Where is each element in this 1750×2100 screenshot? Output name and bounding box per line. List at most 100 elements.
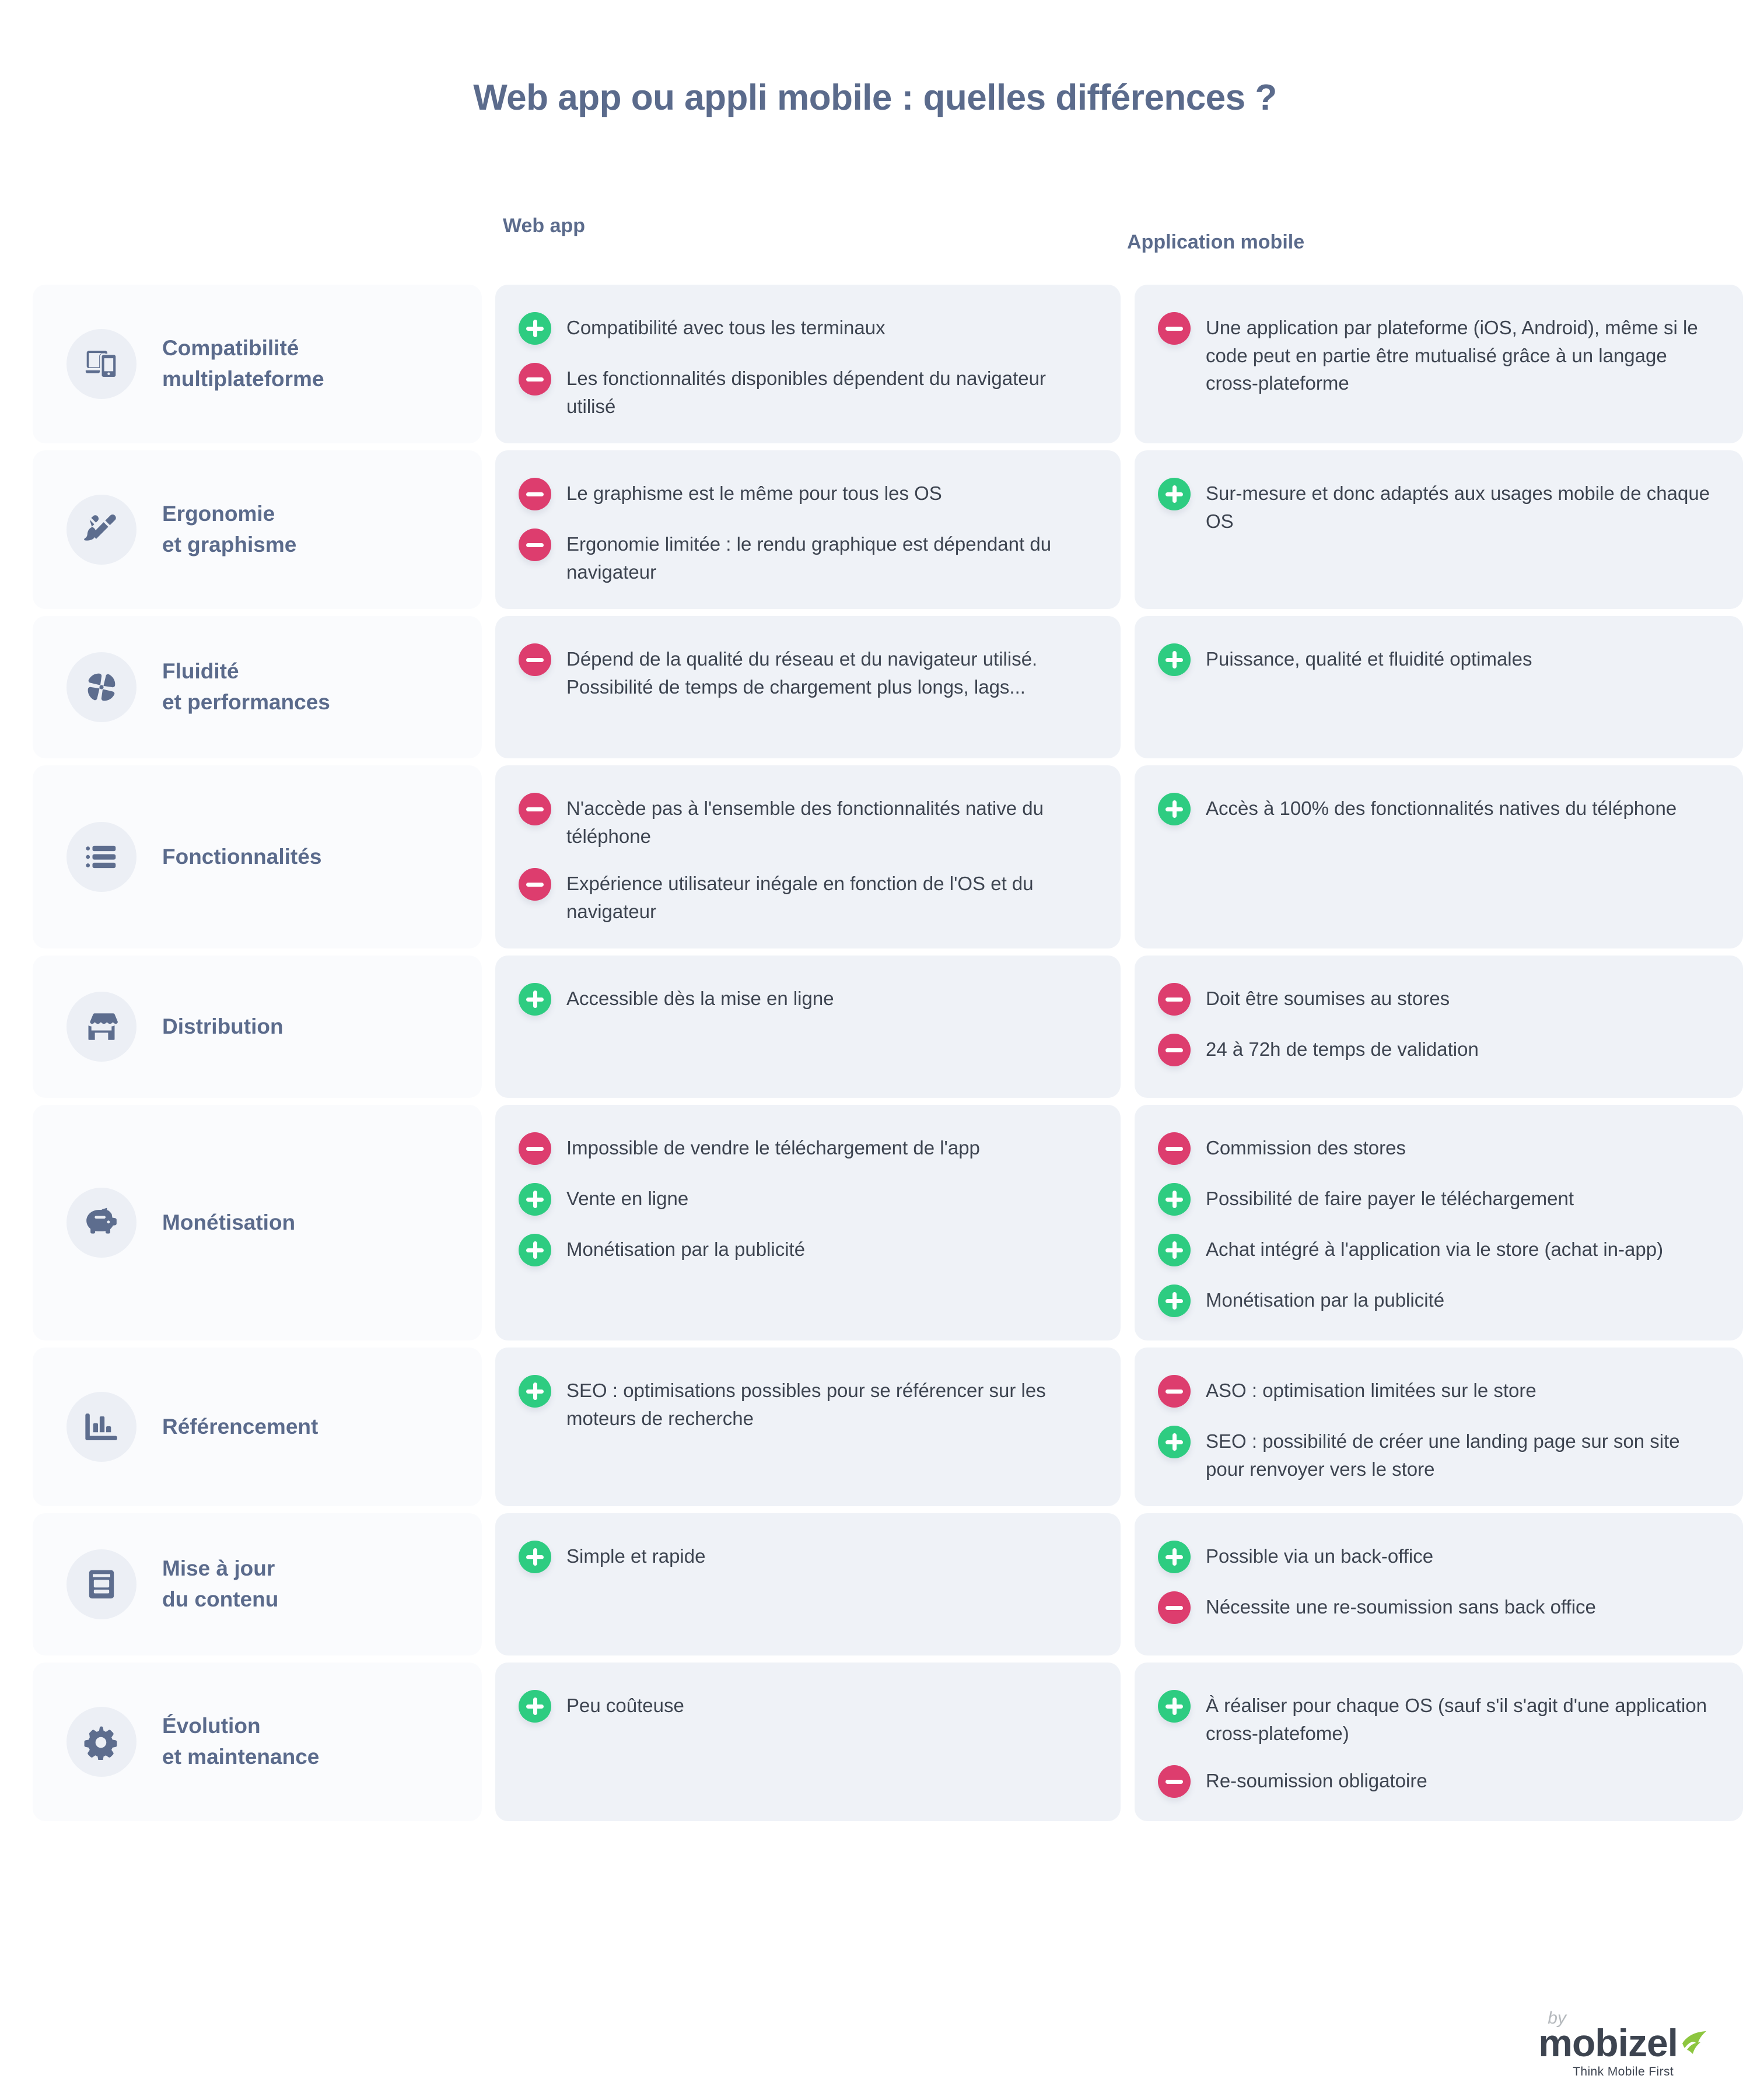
plus-icon (1158, 1690, 1191, 1723)
comparison-point: Possible via un back-office (1158, 1540, 1720, 1573)
comparison-point: SEO : possibilité de créer une landing p… (1158, 1425, 1720, 1483)
comparison-row: Mise à jour du contenu Simple et rapide Po… (0, 1513, 1750, 1656)
plus-icon (1158, 643, 1191, 676)
logo-wordmark-row: mobizel (1538, 2024, 1708, 2062)
minus-icon (1158, 1765, 1191, 1798)
plus-icon (1158, 1284, 1191, 1317)
leaf-arrow-icon (1682, 2031, 1706, 2054)
minus-icon (519, 643, 551, 676)
comparison-point: SEO : optimisations possibles pour se ré… (519, 1374, 1097, 1432)
comparison-point: N'accède pas à l'ensemble des fonctionna… (519, 792, 1097, 850)
comparison-point-text: Possible via un back-office (1206, 1545, 1434, 1567)
mobile-app-points-card: Possible via un back-office Nécessite une… (1135, 1513, 1743, 1656)
comparison-point: Peu coûteuse (519, 1689, 1097, 1723)
pen-brush-icon (66, 495, 136, 565)
gear-icon (66, 1707, 136, 1777)
row-label-text: Distribution (162, 1014, 284, 1038)
bar-chart-icon (66, 1392, 136, 1462)
row-label-text: Fluidité et performances (162, 659, 330, 714)
comparison-point: Compatibilité avec tous les terminaux (519, 312, 1097, 345)
web-app-points-card: Impossible de vendre le téléchargement d… (495, 1105, 1121, 1340)
comparison-point: Puissance, qualité et fluidité optimales (1158, 643, 1720, 676)
comparison-point: Impossible de vendre le téléchargement d… (519, 1132, 1097, 1165)
comparison-point: Les fonctionnalités disponibles dépenden… (519, 362, 1097, 420)
comparison-point: Monétisation par la publicité (519, 1233, 1097, 1266)
web-app-points-card: N'accède pas à l'ensemble des fonctionna… (495, 765, 1121, 949)
comparison-point: À réaliser pour chaque OS (sauf s'il s'a… (1158, 1689, 1720, 1747)
web-app-points-card: Simple et rapide (495, 1513, 1121, 1656)
comparison-row: Distribution Accessible dès la mise en li… (0, 956, 1750, 1098)
minus-icon (1158, 1591, 1191, 1624)
logo-tagline: Think Mobile First (1573, 2065, 1674, 2078)
row-label-card: Fonctionnalités (33, 765, 482, 949)
comparison-point-text: Sur-mesure et donc adaptés aux usages mo… (1206, 482, 1710, 532)
comparison-row: Compatibilité multiplateforme Compatibili… (0, 285, 1750, 443)
piggy-bank-icon (66, 1188, 136, 1258)
infographic-page: Web app ou appli mobile : quelles différ… (0, 0, 1750, 2100)
comparison-point-text: Impossible de vendre le téléchargement d… (566, 1137, 980, 1158)
plus-icon (519, 983, 551, 1016)
document-icon (66, 1549, 136, 1619)
comparison-point: Une application par plateforme (iOS, And… (1158, 312, 1720, 397)
comparison-point-text: Simple et rapide (566, 1545, 706, 1567)
comparison-point-text: Achat intégré à l'application via le sto… (1206, 1238, 1664, 1260)
minus-icon (1158, 1034, 1191, 1066)
comparison-point: Simple et rapide (519, 1540, 1097, 1573)
comparison-point-text: Puissance, qualité et fluidité optimales (1206, 648, 1532, 670)
row-label-text: Fonctionnalités (162, 844, 322, 869)
comparison-row: Ergonomie et graphisme Le graphisme est l… (0, 450, 1750, 609)
comparison-row: Fluidité et performances Dépend de la qua… (0, 616, 1750, 758)
comparison-point-text: Possibilité de faire payer le télécharge… (1206, 1188, 1574, 1209)
comparison-point-text: Ergonomie limitée : le rendu graphique e… (566, 533, 1052, 583)
plus-icon (1158, 1234, 1191, 1266)
web-app-points-card: Le graphisme est le même pour tous les O… (495, 450, 1121, 609)
comparison-point: Le graphisme est le même pour tous les O… (519, 477, 1097, 510)
comparison-point-text: SEO : possibilité de créer une landing p… (1206, 1430, 1680, 1480)
comparison-point-text: Dépend de la qualité du réseau et du nav… (566, 648, 1038, 698)
row-label-text: Monétisation (162, 1210, 296, 1234)
row-label-card: Mise à jour du contenu (33, 1513, 482, 1656)
minus-icon (519, 1132, 551, 1165)
mobile-app-points-card: Accès à 100% des fonctionnalités natives… (1135, 765, 1743, 949)
comparison-point-text: SEO : optimisations possibles pour se ré… (566, 1380, 1046, 1429)
web-app-points-card: Accessible dès la mise en ligne (495, 956, 1121, 1098)
web-app-points-card: Compatibilité avec tous les terminaux Les… (495, 285, 1121, 443)
devices-icon (66, 329, 136, 399)
plus-icon (519, 1375, 551, 1408)
row-label-card: Évolution et maintenance (33, 1662, 482, 1821)
comparison-row: Fonctionnalités N'accède pas à l'ensemble… (0, 765, 1750, 949)
plus-icon (1158, 478, 1191, 510)
minus-icon (519, 528, 551, 561)
comparison-point-text: Vente en ligne (566, 1188, 689, 1209)
mobile-app-points-card: Sur-mesure et donc adaptés aux usages mo… (1135, 450, 1743, 609)
list-icon (66, 822, 136, 892)
row-label-text: Référencement (162, 1414, 318, 1438)
row-label-text: Mise à jour du contenu (162, 1556, 279, 1611)
minus-icon (1158, 983, 1191, 1016)
mobile-app-points-card: Commission des stores Possibilité de fair… (1135, 1105, 1743, 1340)
comparison-row: Évolution et maintenance Peu coûteuse À ré… (0, 1662, 1750, 1821)
comparison-point: Vente en ligne (519, 1182, 1097, 1216)
column-header-application-mobile: Application mobile (1127, 231, 1305, 253)
comparison-point-text: 24 à 72h de temps de validation (1206, 1038, 1479, 1060)
minus-icon (519, 363, 551, 396)
comparison-point: Commission des stores (1158, 1132, 1720, 1165)
plus-icon (519, 312, 551, 345)
comparison-grid: Compatibilité multiplateforme Compatibili… (0, 285, 1750, 1828)
comparison-point-text: Doit être soumises au stores (1206, 988, 1450, 1009)
plus-icon (519, 1183, 551, 1216)
comparison-point-text: À réaliser pour chaque OS (sauf s'il s'a… (1206, 1695, 1707, 1744)
web-app-points-card: Dépend de la qualité du réseau et du nav… (495, 616, 1121, 758)
row-label-card: Fluidité et performances (33, 616, 482, 758)
mobizel-logo: by mobizel Think Mobile First (1538, 2010, 1708, 2078)
comparison-point: Sur-mesure et donc adaptés aux usages mo… (1158, 477, 1720, 535)
row-label-card: Distribution (33, 956, 482, 1098)
column-header-web-app: Web app (503, 215, 586, 237)
plus-icon (519, 1541, 551, 1573)
plus-icon (1158, 1541, 1191, 1573)
comparison-point: ASO : optimisation limitées sur le store (1158, 1374, 1720, 1408)
comparison-point-text: Nécessite une re-soumission sans back of… (1206, 1596, 1596, 1618)
comparison-point-text: Peu coûteuse (566, 1695, 684, 1716)
comparison-point-text: Compatibilité avec tous les terminaux (566, 317, 886, 338)
plus-icon (1158, 1426, 1191, 1458)
